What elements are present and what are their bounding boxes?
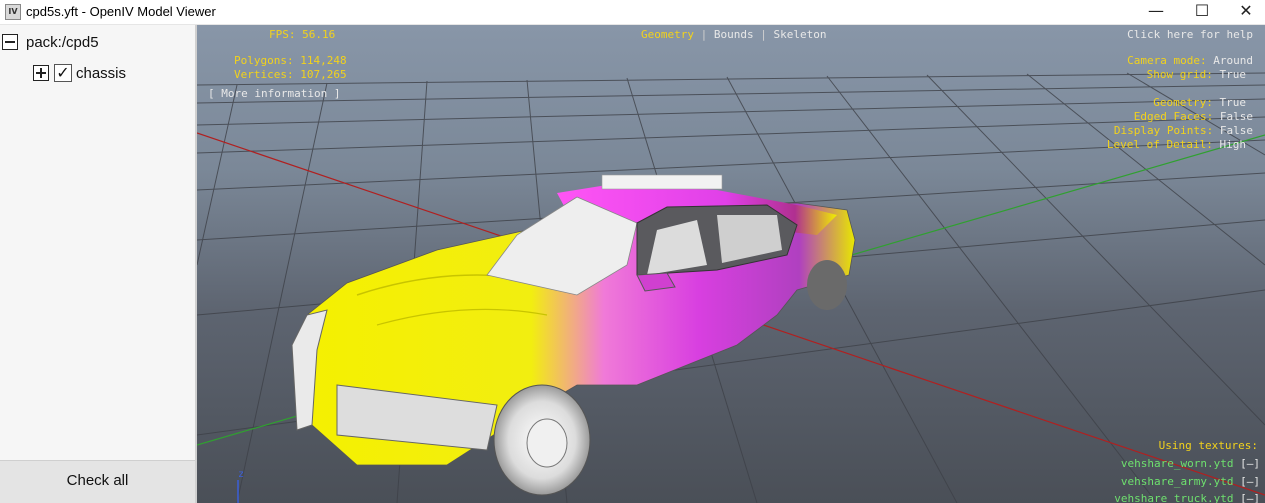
tab-bounds[interactable]: Bounds — [714, 28, 754, 41]
geometry-setting[interactable]: Geometry: True — [1153, 96, 1246, 110]
texture-item: vehshare_worn.ytd [–] — [1120, 457, 1260, 470]
view-tabs: Geometry | Bounds | Skeleton — [641, 28, 827, 41]
close-button[interactable]: ✕ — [1223, 0, 1265, 24]
expand-icon[interactable] — [33, 65, 49, 81]
texture-remove-button[interactable]: [–] — [1240, 492, 1260, 503]
tree-item-chassis[interactable]: ✓ chassis — [33, 63, 126, 83]
collapse-icon[interactable] — [2, 34, 18, 50]
tab-skeleton[interactable]: Skeleton — [773, 28, 826, 41]
window-title: cpd5s.yft - OpenIV Model Viewer — [26, 4, 216, 19]
textures-heading: Using textures: — [1158, 439, 1258, 452]
more-information-link[interactable]: [ More information ] — [208, 87, 340, 101]
display-points-setting[interactable]: Display Points: False — [1114, 124, 1253, 138]
tree-chassis-label: chassis — [76, 64, 127, 82]
polygons-readout: Polygons: 114,248 — [234, 54, 347, 67]
model-tree-panel: pack:/cpd5 ✓ chassis Check all — [0, 25, 197, 503]
maximize-button[interactable]: ☐ — [1179, 0, 1225, 24]
axis-z-label: z — [238, 469, 244, 480]
tab-geometry[interactable]: Geometry — [641, 28, 694, 41]
minimize-button[interactable]: — — [1133, 0, 1179, 24]
scene-canvas: z — [197, 72, 1265, 503]
texture-remove-button[interactable]: [–] — [1240, 475, 1260, 488]
title-bar: IV cpd5s.yft - OpenIV Model Viewer — ☐ ✕ — [0, 0, 1265, 25]
camera-mode-value[interactable]: Around — [1213, 54, 1253, 67]
level-of-detail-setting[interactable]: Level of Detail: High — [1107, 138, 1246, 152]
camera-mode-setting[interactable]: Camera mode: Around — [1127, 54, 1253, 68]
model-viewport[interactable]: z FPS: 56.16 Polygons: 114,248 Vertices:… — [197, 25, 1265, 503]
chassis-checkbox[interactable]: ✓ — [54, 64, 72, 82]
help-link[interactable]: Click here for help — [1127, 28, 1253, 42]
vertices-readout: Vertices: 107,265 — [234, 68, 347, 81]
vehicle-model — [291, 174, 856, 496]
show-grid-setting[interactable]: Show grid: True — [1147, 68, 1246, 82]
check-all-button[interactable]: Check all — [0, 460, 195, 503]
tree-root-label: pack:/cpd5 — [26, 33, 99, 51]
texture-item: vehshare_army.ytd [–] — [1120, 475, 1260, 488]
edged-faces-setting[interactable]: Edged Faces: False — [1134, 110, 1253, 124]
fps-readout: FPS: 56.16 — [269, 28, 336, 41]
tree-item-root[interactable]: pack:/cpd5 — [2, 32, 99, 52]
show-grid-value[interactable]: True — [1220, 68, 1247, 81]
texture-remove-button[interactable]: [–] — [1240, 457, 1260, 470]
texture-item: vehshare_truck.ytd [–] — [1114, 492, 1260, 503]
app-icon: IV — [5, 4, 21, 20]
